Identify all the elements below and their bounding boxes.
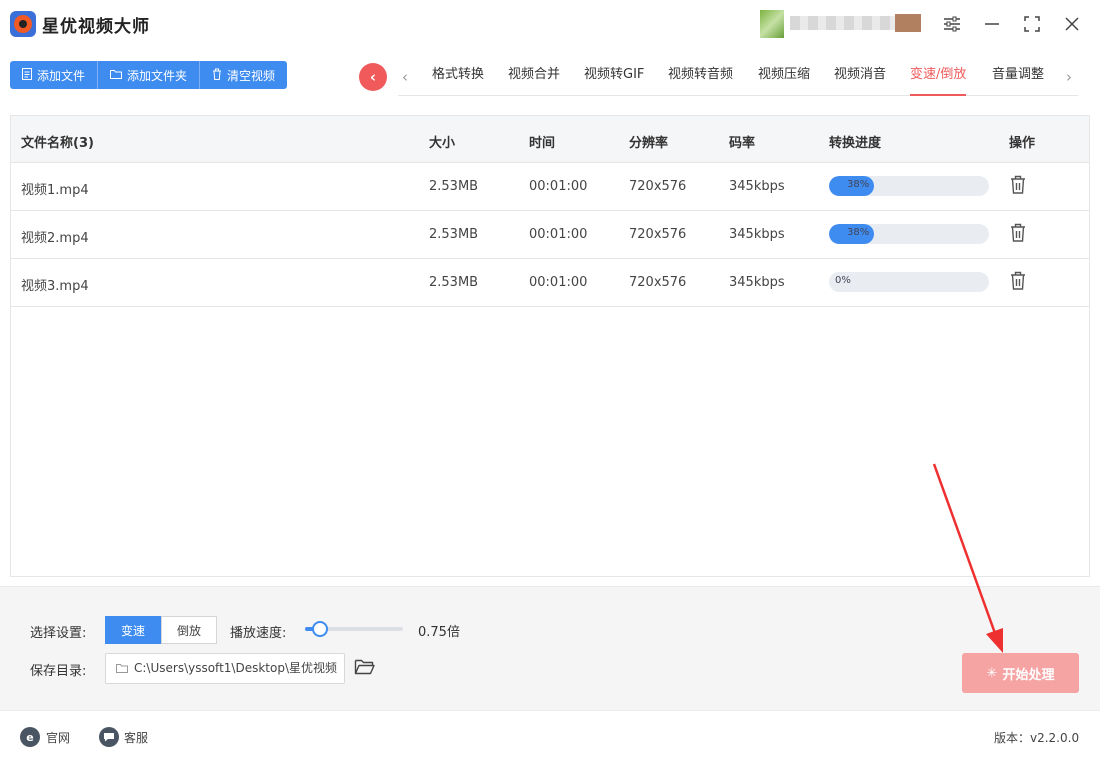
col-resolution: 分辨率 — [629, 136, 669, 151]
clear-videos-button[interactable]: 清空视频 — [200, 61, 288, 89]
col-name: 文件名称(3) — [21, 136, 94, 151]
delete-row-icon[interactable] — [1009, 175, 1027, 195]
add-file-label: 添加文件 — [37, 68, 86, 83]
file-table: 文件名称(3) 大小 时间 分辨率 码率 转换进度 操作 视频1.mp4 2.53… — [10, 115, 1090, 577]
website-link[interactable]: 官网 — [46, 729, 70, 746]
table-row[interactable]: 视频3.mp4 2.53MB 00:01:00 720x576 345kbps 0% — [11, 259, 1089, 307]
cell-time: 00:01:00 — [529, 179, 588, 194]
col-time: 时间 — [529, 136, 556, 151]
cell-time: 00:01:00 — [529, 227, 588, 242]
clear-videos-label: 清空视频 — [227, 68, 276, 83]
trash-icon — [212, 68, 222, 83]
cell-size: 2.53MB — [429, 275, 479, 290]
cell-name: 视频3.mp4 — [21, 279, 89, 294]
cell-time: 00:01:00 — [529, 275, 588, 290]
col-progress: 转换进度 — [829, 136, 882, 151]
maximize-icon[interactable] — [1018, 10, 1046, 38]
tab-3[interactable]: 视频转GIF — [584, 66, 644, 96]
cell-resolution: 720x576 — [629, 275, 687, 290]
app-logo-icon — [10, 11, 36, 37]
loading-spinner-icon: ✳ — [986, 665, 998, 681]
version-text: 版本：v2.2.0.0 — [994, 731, 1080, 745]
delete-row-icon[interactable] — [1009, 271, 1027, 291]
tab-4[interactable]: 视频转音频 — [668, 66, 733, 96]
save-path-value: C:\Users\yssoft1\Desktop\星优视频 — [134, 661, 337, 675]
select-settings-label: 选择设置: — [30, 626, 87, 641]
user-avatar[interactable] — [760, 10, 784, 38]
add-folder-button[interactable]: 添加文件夹 — [98, 61, 201, 89]
customer-service-link[interactable]: 客服 — [124, 729, 148, 746]
cell-bitrate: 345kbps — [729, 227, 785, 242]
cell-name: 视频1.mp4 — [21, 183, 89, 198]
progress-percent: 0% — [835, 275, 851, 286]
cell-bitrate: 345kbps — [729, 179, 785, 194]
cell-resolution: 720x576 — [629, 179, 687, 194]
conversion-progress-bar: 38% — [829, 224, 989, 244]
function-tabs: ‹ 格式转换 视频合并 视频转GIF 视频转音频 视频压缩 视频消音 变速/倒放 音量调整 › — [398, 60, 1078, 96]
cell-size: 2.53MB — [429, 179, 479, 194]
tab-1[interactable]: 格式转换 — [432, 66, 484, 96]
tabs-scroll-left-icon[interactable]: ‹ — [402, 68, 408, 86]
col-size: 大小 — [429, 136, 456, 151]
progress-percent: 38% — [847, 179, 870, 190]
speed-slider[interactable] — [305, 621, 403, 637]
mode-reverse-button[interactable]: 倒放 — [161, 616, 217, 644]
save-path-field[interactable]: C:\Users\yssoft1\Desktop\星优视频 — [105, 653, 345, 684]
cell-bitrate: 345kbps — [729, 275, 785, 290]
speed-value: 0.75倍 — [418, 625, 460, 640]
collapse-chevron-left-icon[interactable]: ‹ — [359, 63, 387, 91]
file-icon — [22, 67, 32, 83]
settings-panel: 选择设置: 变速 倒放 播放速度: 0.75倍 保存目录: C:\Users\y… — [0, 586, 1100, 710]
cell-size: 2.53MB — [429, 227, 479, 242]
mode-speed-button[interactable]: 变速 — [105, 616, 161, 644]
folder-icon — [110, 68, 123, 82]
speed-slider-handle[interactable] — [311, 621, 328, 637]
conversion-progress-bar: 0% — [829, 272, 989, 292]
tab-6[interactable]: 视频消音 — [834, 66, 886, 96]
user-badge-blurred — [895, 14, 921, 32]
mode-switch: 变速 倒放 — [105, 616, 217, 644]
footer: e 官网 客服 版本：v2.2.0.0 — [0, 710, 1100, 760]
table-row[interactable]: 视频2.mp4 2.53MB 00:01:00 720x576 345kbps 38% — [11, 211, 1089, 259]
col-bitrate: 码率 — [729, 136, 756, 151]
file-action-group: 添加文件 添加文件夹 清空视频 — [10, 61, 288, 89]
table-row[interactable]: 视频1.mp4 2.53MB 00:01:00 720x576 345kbps 38% — [11, 163, 1089, 211]
table-header: 文件名称(3) 大小 时间 分辨率 码率 转换进度 操作 — [11, 116, 1089, 163]
tab-5[interactable]: 视频压缩 — [758, 66, 810, 96]
add-file-button[interactable]: 添加文件 — [10, 61, 99, 89]
minimize-icon[interactable] — [978, 10, 1006, 38]
speed-label: 播放速度: — [230, 626, 287, 641]
settings-sliders-icon[interactable] — [938, 10, 966, 38]
col-action: 操作 — [1009, 136, 1036, 151]
app-title: 星优视频大师 — [42, 17, 150, 37]
progress-percent: 38% — [847, 227, 870, 238]
title-bar: 星优视频大师 — [0, 0, 1100, 48]
website-e-icon[interactable]: e — [20, 727, 40, 747]
tab-2[interactable]: 视频合并 — [508, 66, 560, 96]
close-icon[interactable] — [1058, 10, 1086, 38]
tab-7[interactable]: 变速/倒放 — [910, 66, 967, 96]
start-process-label: 开始处理 — [1002, 667, 1055, 683]
save-dir-label: 保存目录: — [30, 664, 87, 679]
cell-resolution: 720x576 — [629, 227, 687, 242]
folder-outline-icon — [116, 664, 128, 673]
chat-bubble-icon[interactable] — [99, 727, 119, 747]
start-process-button[interactable]: ✳ 开始处理 — [962, 653, 1079, 693]
add-folder-label: 添加文件夹 — [127, 68, 188, 83]
conversion-progress-bar: 38% — [829, 176, 989, 196]
tab-8[interactable]: 音量调整 — [992, 66, 1044, 96]
tabs-scroll-right-icon[interactable]: › — [1066, 68, 1072, 86]
open-folder-icon[interactable] — [354, 657, 376, 677]
cell-name: 视频2.mp4 — [21, 231, 89, 246]
delete-row-icon[interactable] — [1009, 223, 1027, 243]
